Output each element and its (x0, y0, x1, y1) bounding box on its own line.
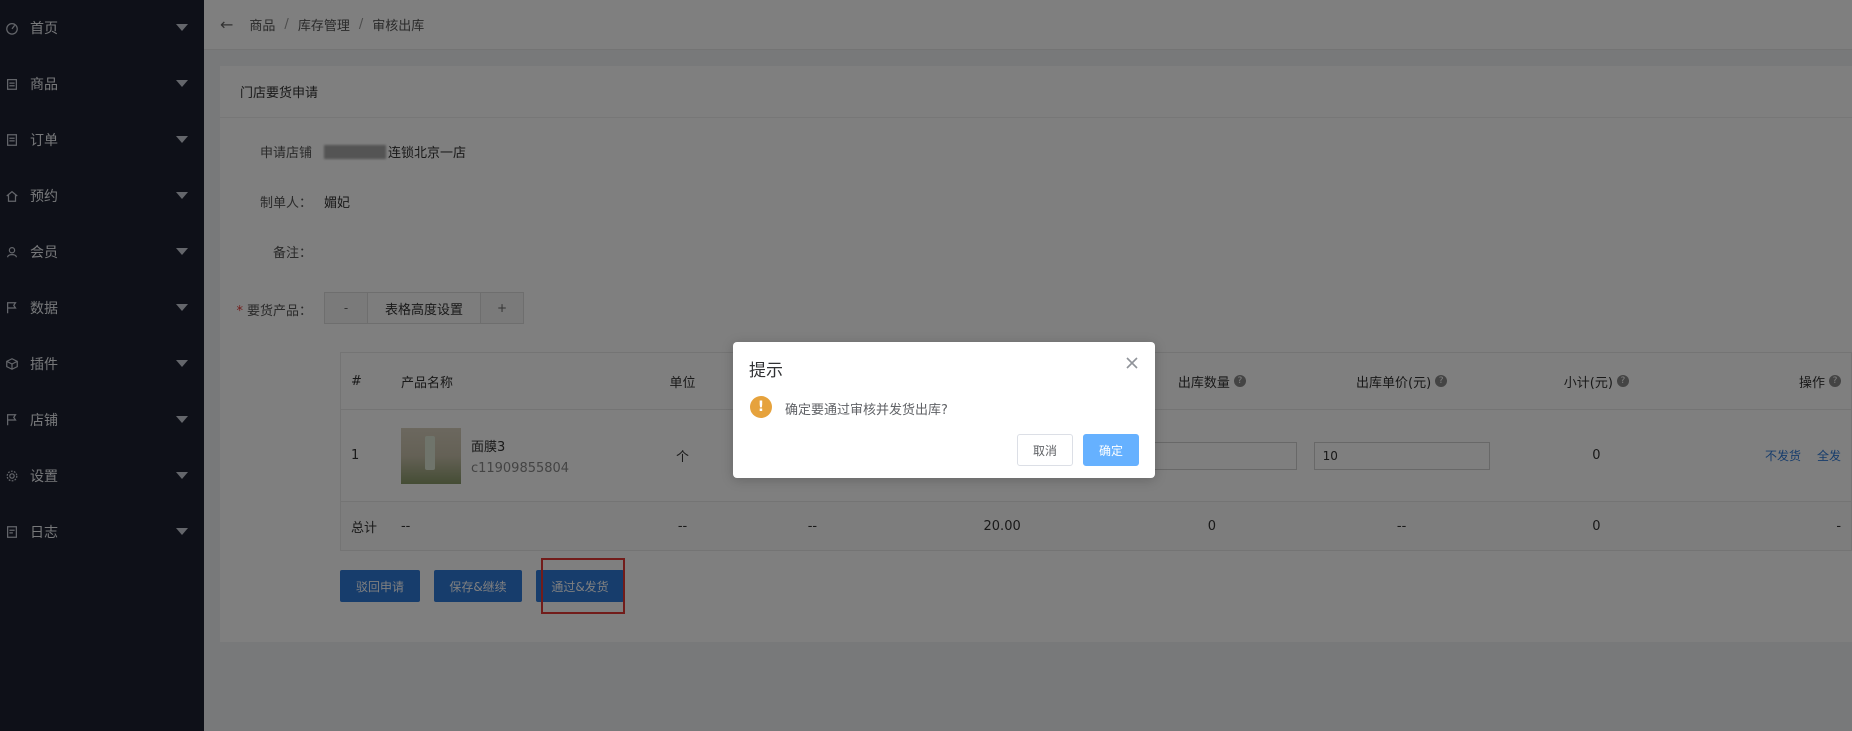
close-icon[interactable] (1125, 356, 1139, 370)
confirm-dialog: 提示 ! 确定要通过审核并发货出库? 取消 确定 (733, 342, 1155, 478)
dialog-title: 提示 (749, 361, 783, 381)
dialog-message: 确定要通过审核并发货出库? (785, 403, 948, 418)
warning-icon: ! (750, 396, 772, 418)
confirm-button[interactable]: 确定 (1083, 434, 1139, 466)
cancel-button[interactable]: 取消 (1017, 434, 1073, 466)
